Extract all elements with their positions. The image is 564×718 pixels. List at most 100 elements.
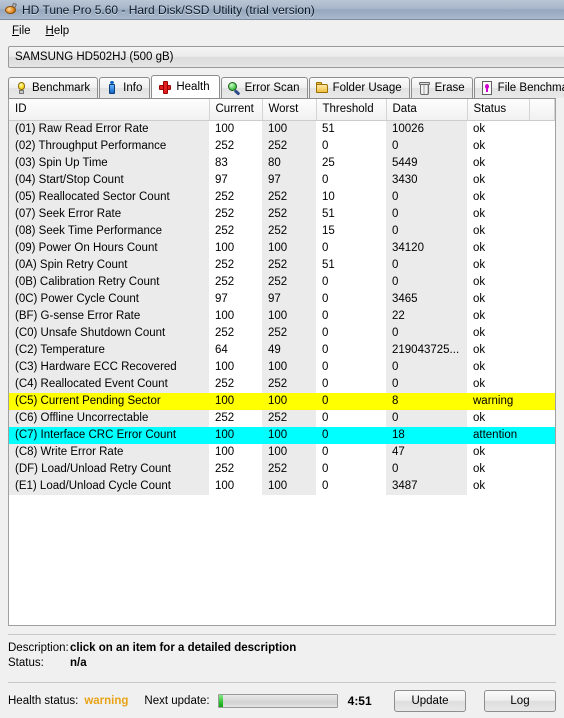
tab-folder-usage[interactable]: Folder Usage xyxy=(308,77,410,98)
smart-table-panel[interactable]: ID Current Worst Threshold Data Status (… xyxy=(8,98,556,626)
tab-error-scan[interactable]: Error Scan xyxy=(220,77,308,98)
cell-data: 3487 xyxy=(386,477,467,495)
status-bar: Health status: warning Next update: 4:51… xyxy=(8,682,556,718)
cell-worst: 80 xyxy=(262,154,316,172)
cell-status: ok xyxy=(467,341,529,359)
column-header-id[interactable]: ID xyxy=(9,99,210,121)
table-row[interactable]: (C3) Hardware ECC Recovered 100 100 0 0 ok xyxy=(9,358,555,376)
next-update-progress-bar xyxy=(217,693,338,708)
health-status-badge: warning xyxy=(84,694,129,707)
tab-health[interactable]: Health xyxy=(151,75,220,98)
table-row[interactable]: (C2) Temperature 64 49 0 219043725... ok xyxy=(9,341,555,359)
cell-pad xyxy=(529,171,555,189)
status-row: Status: n/a xyxy=(8,656,556,671)
cell-data: 0 xyxy=(386,409,467,427)
cell-threshold: 15 xyxy=(316,222,386,240)
table-row[interactable]: (07) Seek Error Rate 252 252 51 0 ok xyxy=(9,205,555,223)
table-row[interactable]: (01) Raw Read Error Rate 100 100 51 10026 ok xyxy=(9,120,555,138)
menu-item-help[interactable]: Help xyxy=(40,22,79,40)
column-header-threshold[interactable]: Threshold xyxy=(316,99,387,121)
cell-worst: 252 xyxy=(262,324,316,342)
drive-select[interactable]: SAMSUNG HD502HJ (500 gB) xyxy=(8,46,564,68)
table-row[interactable]: (04) Start/Stop Count 97 97 0 3430 ok xyxy=(9,171,555,189)
update-button[interactable]: Update xyxy=(394,689,466,712)
cell-status: ok xyxy=(467,222,529,240)
cell-id: (07) Seek Error Rate xyxy=(9,205,209,223)
column-header-data[interactable]: Data xyxy=(386,99,468,121)
log-button[interactable]: Log xyxy=(484,689,556,712)
table-row[interactable]: (0B) Calibration Retry Count 252 252 0 0 ok xyxy=(9,273,555,291)
menu-item-help-label: elp xyxy=(53,24,70,37)
cell-pad xyxy=(529,256,555,274)
menu-bar: File Help xyxy=(0,20,564,41)
tab-erase[interactable]: Erase xyxy=(410,77,473,98)
hard-disk-icon xyxy=(4,1,18,17)
tab-error-scan-label: Error Scan xyxy=(244,82,300,94)
cell-data: 219043725... xyxy=(386,341,467,359)
health-status-label: Health status: xyxy=(8,694,79,707)
description-panel: Description: click on an item for a deta… xyxy=(8,634,556,678)
table-row[interactable]: (C5) Current Pending Sector 100 100 0 8 warni… xyxy=(9,392,555,410)
table-row[interactable]: (C4) Reallocated Event Count 252 252 0 0 ok xyxy=(9,375,555,393)
window-title: HD Tune Pro 5.60 - Hard Disk/SSD Utility… xyxy=(22,2,315,17)
cell-id: (C4) Reallocated Event Count xyxy=(9,375,209,393)
cell-data: 0 xyxy=(386,256,467,274)
cell-data: 0 xyxy=(386,188,467,206)
menu-item-file[interactable]: File xyxy=(6,22,40,40)
cell-current: 252 xyxy=(209,460,262,478)
cell-id: (DF) Load/Unload Retry Count xyxy=(9,460,209,478)
cell-id: (C3) Hardware ECC Recovered xyxy=(9,358,209,376)
cell-status: ok xyxy=(467,188,529,206)
table-row[interactable]: (0C) Power Cycle Count 97 97 0 3465 ok xyxy=(9,290,555,308)
cell-id: (C2) Temperature xyxy=(9,341,209,359)
column-header-worst[interactable]: Worst xyxy=(262,99,317,121)
cell-threshold: 51 xyxy=(316,205,386,223)
tab-info[interactable]: Info xyxy=(99,77,151,98)
cell-data: 5449 xyxy=(386,154,467,172)
cell-id: (02) Throughput Performance xyxy=(9,137,209,155)
table-row[interactable]: (DF) Load/Unload Retry Count 252 252 0 0 ok xyxy=(9,460,555,478)
cell-id: (BF) G-sense Error Rate xyxy=(9,307,209,325)
cell-id: (C6) Offline Uncorrectable xyxy=(9,409,209,427)
table-row[interactable]: (08) Seek Time Performance 252 252 15 0 ok xyxy=(9,222,555,240)
tab-folder-usage-label: Folder Usage xyxy=(332,82,402,94)
tab-benchmark[interactable]: Benchmark xyxy=(8,77,99,98)
table-row[interactable]: (E1) Load/Unload Cycle Count 100 100 0 3487 o… xyxy=(9,477,555,495)
cell-pad xyxy=(529,341,555,359)
cell-data: 8 xyxy=(386,392,467,410)
cell-threshold: 10 xyxy=(316,188,386,206)
table-row[interactable]: (C8) Write Error Rate 100 100 0 47 ok xyxy=(9,443,555,461)
menu-item-file-label: ile xyxy=(19,24,31,37)
table-row[interactable]: (05) Reallocated Sector Count 252 252 10 0 ok xyxy=(9,188,555,206)
column-header-status[interactable]: Status xyxy=(467,99,530,121)
lightbulb-icon xyxy=(14,81,28,96)
cell-pad xyxy=(529,477,555,495)
table-row[interactable]: (C0) Unsafe Shutdown Count 252 252 0 0 ok xyxy=(9,324,555,342)
smart-table-body: (01) Raw Read Error Rate 100 100 51 10026 ok(… xyxy=(9,120,555,495)
cell-data: 10026 xyxy=(386,120,467,138)
table-row[interactable]: (BF) G-sense Error Rate 100 100 0 22 ok xyxy=(9,307,555,325)
table-row[interactable]: (C7) Interface CRC Error Count 100 100 0 18 a… xyxy=(9,426,555,444)
cell-current: 83 xyxy=(209,154,262,172)
column-header-current[interactable]: Current xyxy=(209,99,263,121)
tab-file-benchmark-label: File Benchmark xyxy=(497,82,564,94)
cell-status: ok xyxy=(467,239,529,257)
tab-strip: Benchmark Info Health Error Scan Folder … xyxy=(0,75,564,98)
cell-current: 252 xyxy=(209,273,262,291)
cell-threshold: 0 xyxy=(316,375,386,393)
table-row[interactable]: (02) Throughput Performance 252 252 0 0 ok xyxy=(9,137,555,155)
table-row[interactable]: (03) Spin Up Time 83 80 25 5449 ok xyxy=(9,154,555,172)
cell-id: (03) Spin Up Time xyxy=(9,154,209,172)
cell-threshold: 51 xyxy=(316,256,386,274)
cell-current: 97 xyxy=(209,290,262,308)
cell-id: (01) Raw Read Error Rate xyxy=(9,120,209,138)
cell-data: 3430 xyxy=(386,171,467,189)
table-row[interactable]: (C6) Offline Uncorrectable 252 252 0 0 ok xyxy=(9,409,555,427)
cell-current: 100 xyxy=(209,392,262,410)
table-row[interactable]: (0A) Spin Retry Count 252 252 51 0 ok xyxy=(9,256,555,274)
cell-pad xyxy=(529,120,555,138)
cell-pad xyxy=(529,392,555,410)
table-row[interactable]: (09) Power On Hours Count 100 100 0 34120 ok xyxy=(9,239,555,257)
cell-data: 18 xyxy=(386,426,467,444)
tab-file-benchmark[interactable]: File Benchmark xyxy=(473,77,564,98)
